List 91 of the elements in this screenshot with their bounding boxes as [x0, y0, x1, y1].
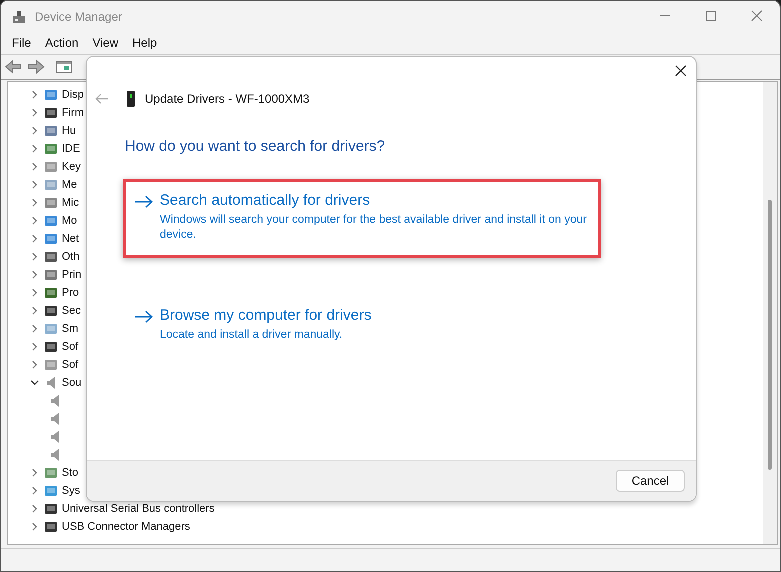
- expand-chevron-icon[interactable]: [30, 522, 40, 532]
- expand-chevron-icon[interactable]: [30, 180, 40, 190]
- speaker-icon: [50, 394, 60, 408]
- expand-chevron-icon[interactable]: [30, 144, 40, 154]
- scrollbar-thumb[interactable]: [768, 200, 772, 470]
- tree-item-label[interactable]: Me: [62, 179, 78, 191]
- expand-chevron-icon[interactable]: [30, 468, 40, 478]
- tree-item-label[interactable]: IDE: [62, 143, 80, 155]
- device-icon: [44, 322, 58, 336]
- device-icon: [44, 340, 58, 354]
- device-icon: [44, 124, 58, 138]
- arrow-icon: [134, 310, 154, 324]
- device-icon: [127, 91, 135, 107]
- expand-chevron-icon[interactable]: [30, 288, 40, 298]
- device-icon: [44, 520, 58, 534]
- expand-chevron-icon[interactable]: [30, 234, 40, 244]
- cancel-button[interactable]: Cancel: [616, 470, 685, 492]
- device-icon: [44, 250, 58, 264]
- tree-item-label[interactable]: Firm: [62, 107, 84, 119]
- tree-item-label[interactable]: Mo: [62, 215, 78, 227]
- expand-chevron-icon[interactable]: [30, 108, 40, 118]
- driver-option[interactable]: Browse my computer for drivers Locate and install a driver manually.: [123, 294, 601, 358]
- speaker-icon: [50, 412, 60, 426]
- device-icon: [44, 466, 58, 480]
- tree-item-label[interactable]: USB Connector Managers: [62, 521, 190, 533]
- option-title: Search automatically for drivers: [160, 192, 372, 209]
- menu-item[interactable]: View: [86, 36, 126, 50]
- expand-chevron-icon[interactable]: [30, 342, 40, 352]
- expand-chevron-icon[interactable]: [30, 126, 40, 136]
- tree-item-label[interactable]: Sou: [62, 377, 82, 389]
- properties-icon[interactable]: [55, 59, 73, 75]
- expand-chevron-icon[interactable]: [30, 270, 40, 280]
- forward-icon[interactable]: [27, 59, 45, 75]
- speaker-icon: [50, 430, 60, 444]
- tree-item-label[interactable]: Key: [62, 161, 81, 173]
- tree-item-label[interactable]: Oth: [62, 251, 80, 263]
- tree-item-label[interactable]: Universal Serial Bus controllers: [62, 503, 215, 515]
- device-icon: [44, 484, 58, 498]
- expand-chevron-icon[interactable]: [30, 360, 40, 370]
- menu-item[interactable]: Action: [38, 36, 86, 50]
- speaker-icon: [50, 448, 60, 462]
- option-description: Locate and install a driver manually.: [160, 328, 344, 343]
- expand-chevron-icon[interactable]: [30, 162, 40, 172]
- tree-item-label[interactable]: Pro: [62, 287, 80, 299]
- tree-item-label[interactable]: Hu: [62, 125, 76, 137]
- menu-item[interactable]: File: [5, 36, 38, 50]
- expand-chevron-icon[interactable]: [30, 504, 40, 514]
- expand-chevron-icon[interactable]: [30, 306, 40, 316]
- device-icon: [44, 88, 58, 102]
- option-title: Browse my computer for drivers: [160, 307, 372, 324]
- device-icon: [44, 160, 58, 174]
- device-icon: [44, 304, 58, 318]
- tree-item-label[interactable]: Prin: [62, 269, 82, 281]
- device-icon: [44, 178, 58, 192]
- expand-chevron-icon[interactable]: [30, 90, 40, 100]
- tree-item-label[interactable]: Sof: [62, 359, 79, 371]
- back-arrow-icon[interactable]: [95, 93, 109, 105]
- device-icon: [44, 142, 58, 156]
- expand-chevron-icon[interactable]: [30, 198, 40, 208]
- option-description: Windows will search your computer for the best available driver and install it on your device.: [160, 213, 588, 243]
- device-icon: [44, 268, 58, 282]
- device-icon: [44, 286, 58, 300]
- app-icon: [11, 8, 27, 24]
- device-icon: [44, 358, 58, 372]
- close-button[interactable]: [675, 65, 687, 77]
- device-icon: [44, 196, 58, 210]
- tree-item-label[interactable]: Mic: [62, 197, 80, 209]
- expand-chevron-icon[interactable]: [30, 324, 40, 334]
- device-icon: [44, 502, 58, 516]
- dialog-heading: How do you want to search for drivers?: [125, 138, 386, 155]
- tree-item-label[interactable]: Disp: [62, 89, 84, 101]
- arrow-icon: [134, 195, 154, 209]
- window-title: Device Manager: [35, 10, 124, 24]
- dialog-title: Update Drivers - WF-1000XM3: [145, 92, 310, 106]
- tree-item-label[interactable]: Sm: [62, 323, 78, 335]
- device-icon: [44, 106, 58, 120]
- tree-item-label[interactable]: Sto: [62, 467, 79, 479]
- device-icon: [44, 232, 58, 246]
- tree-item-label[interactable]: Net: [62, 233, 80, 245]
- speaker-icon: [46, 376, 56, 390]
- tree-item-label[interactable]: Sys: [62, 485, 80, 497]
- menu-item[interactable]: Help: [126, 36, 164, 50]
- tree-item-label[interactable]: Sec: [62, 305, 81, 317]
- expand-chevron-icon[interactable]: [30, 216, 40, 226]
- expand-chevron-icon[interactable]: [30, 252, 40, 262]
- collapse-chevron-icon[interactable]: [30, 378, 40, 388]
- back-icon[interactable]: [5, 59, 23, 75]
- tree-item-label[interactable]: Sof: [62, 341, 79, 353]
- driver-option[interactable]: Search automatically for drivers Windows will search your computer for the best available driver and install it on your device.: [123, 179, 601, 258]
- device-icon: [44, 214, 58, 228]
- expand-chevron-icon[interactable]: [30, 486, 40, 496]
